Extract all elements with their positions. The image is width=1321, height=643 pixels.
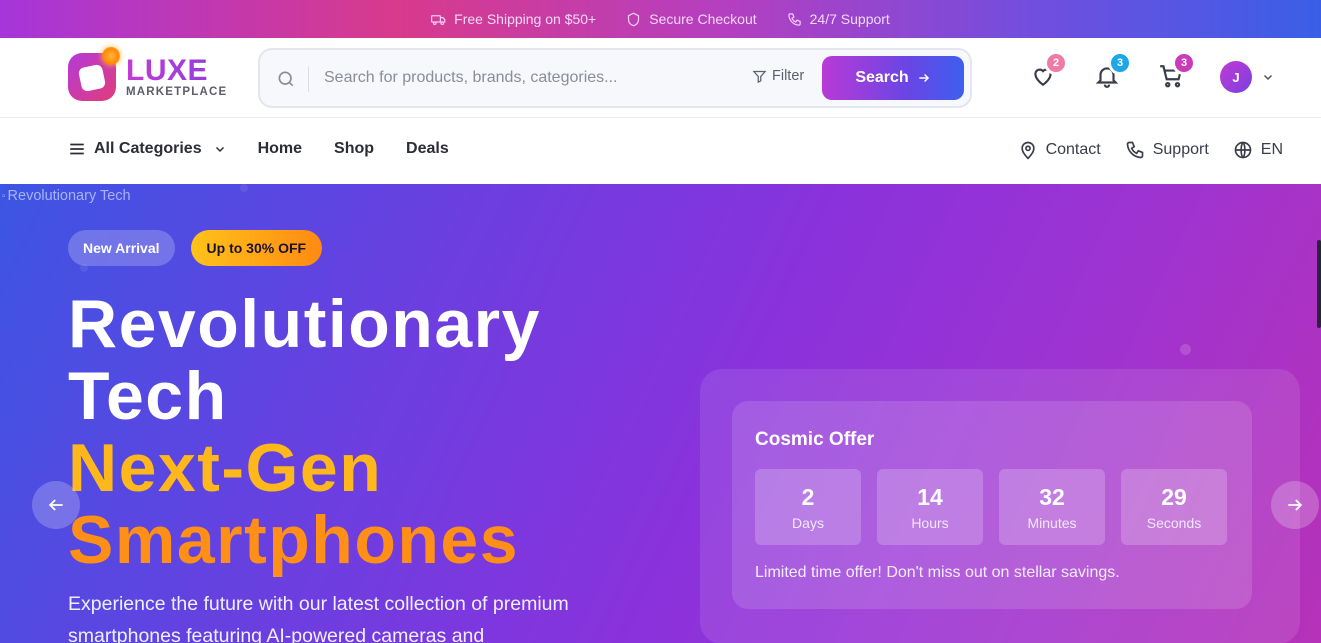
- promo-support-label: 24/7 Support: [809, 11, 890, 27]
- countdown-hours-label: Hours: [911, 514, 949, 531]
- support-link[interactable]: Support: [1125, 140, 1209, 160]
- countdown-minutes-label: Minutes: [1027, 514, 1077, 531]
- offer-title: Cosmic Offer: [755, 429, 875, 450]
- promo-free-shipping: Free Shipping on $50+: [431, 11, 596, 27]
- countdown-days-value: 2: [801, 483, 815, 510]
- brand-name: LUXE: [126, 55, 227, 85]
- discount-badge: Up to 30% OFF: [190, 230, 323, 266]
- notifications-count-badge: 3: [1108, 51, 1132, 75]
- notifications-button[interactable]: 3: [1094, 51, 1132, 93]
- phone-icon: [1126, 141, 1144, 159]
- nav-link-deals[interactable]: Deals: [406, 140, 449, 158]
- cart-count-badge: 3: [1172, 51, 1196, 75]
- search-button[interactable]: Search: [822, 56, 964, 100]
- contact-link[interactable]: Contact: [1018, 140, 1101, 160]
- menu-icon: [70, 143, 84, 155]
- search-icon: [278, 71, 294, 87]
- cosmic-offer-card: Cosmic Offer 2 Days 14 Hours 32 Minutes …: [732, 401, 1252, 609]
- nav-link-home[interactable]: Home: [258, 140, 302, 158]
- new-arrival-badge: New Arrival: [68, 230, 175, 266]
- offer-note: Limited time offer! Don't miss out on st…: [755, 564, 1120, 581]
- shield-icon: [628, 12, 640, 26]
- countdown-hours: 14 Hours: [877, 469, 983, 545]
- countdown-hours-value: 14: [917, 483, 943, 510]
- promo-support: 24/7 Support: [787, 11, 890, 27]
- filter-button[interactable]: Filter: [752, 68, 804, 84]
- countdown-seconds-value: 29: [1161, 483, 1187, 510]
- scrollbar-thumb[interactable]: [1317, 240, 1321, 328]
- countdown-timer: 2 Days 14 Hours 32 Minutes 29 Seconds: [755, 469, 1227, 545]
- wishlist-button[interactable]: 2: [1030, 51, 1068, 93]
- arrow-right-icon: [919, 73, 929, 83]
- promo-secure-checkout: Secure Checkout: [626, 11, 757, 27]
- search-input[interactable]: [324, 62, 744, 94]
- search-button-label: Search: [855, 69, 909, 86]
- language-selector[interactable]: EN: [1233, 140, 1283, 160]
- globe-icon: [1234, 141, 1252, 159]
- hero-image-broken: ▫ Revolutionary Tech: [2, 188, 131, 204]
- brand-subtitle: MARKETPLACE: [126, 85, 228, 98]
- user-avatar[interactable]: J: [1220, 61, 1252, 93]
- countdown-minutes-value: 32: [1039, 483, 1065, 510]
- filter-icon: [752, 70, 767, 83]
- headline-line-4: Smartphones: [68, 502, 520, 578]
- phone-icon: [787, 12, 801, 26]
- site-header: LUXE MARKETPLACE Filter Search 2 3 3 J: [0, 38, 1321, 118]
- truck-icon: [431, 14, 446, 25]
- countdown-minutes: 32 Minutes: [999, 469, 1105, 545]
- countdown-seconds-label: Seconds: [1146, 514, 1202, 531]
- wishlist-count-badge: 2: [1044, 51, 1068, 75]
- logo[interactable]: LUXE MARKETPLACE: [68, 47, 228, 101]
- hero-banner: ▫ Revolutionary Tech New Arrival Up to 3…: [0, 184, 1321, 643]
- countdown-days-label: Days: [792, 514, 824, 531]
- image-placeholder-icon: ▫: [2, 190, 6, 202]
- main-nav: All Categories Home Shop Deals Contact S…: [0, 118, 1321, 184]
- filter-label: Filter: [772, 68, 805, 84]
- headline-line-1: Revolutionary: [68, 286, 541, 362]
- all-categories-label: All Categories: [94, 140, 202, 157]
- headline-line-2: Tech: [68, 358, 228, 434]
- promo-free-shipping-label: Free Shipping on $50+: [454, 11, 597, 27]
- hero-description: Experience the future with our latest co…: [68, 593, 569, 643]
- promo-bar: Free Shipping on $50+ Secure Checkout 24…: [0, 0, 1321, 38]
- chevron-down-icon[interactable]: [1262, 71, 1274, 83]
- language-label: EN: [1260, 141, 1283, 158]
- countdown-seconds: 29 Seconds: [1121, 469, 1227, 545]
- hero-headline: Revolutionary Tech Next-Gen Smartphones: [68, 288, 541, 576]
- location-pin-icon: [1020, 141, 1035, 160]
- headline-line-3: Next-Gen: [68, 430, 383, 506]
- nav-link-shop[interactable]: Shop: [334, 140, 374, 158]
- search-bar: Filter Search: [258, 48, 972, 108]
- hero-image-alt: Revolutionary Tech: [7, 188, 131, 204]
- cart-button[interactable]: 3: [1158, 51, 1196, 93]
- support-label: Support: [1152, 141, 1209, 158]
- all-categories-menu[interactable]: All Categories: [68, 140, 226, 158]
- logo-mark-icon: [68, 47, 120, 101]
- contact-label: Contact: [1045, 141, 1101, 158]
- carousel-prev-button[interactable]: [32, 481, 80, 529]
- promo-secure-checkout-label: Secure Checkout: [649, 11, 757, 27]
- chevron-down-icon: [215, 146, 224, 153]
- arrow-left-icon: [48, 499, 63, 511]
- countdown-days: 2 Days: [755, 469, 861, 545]
